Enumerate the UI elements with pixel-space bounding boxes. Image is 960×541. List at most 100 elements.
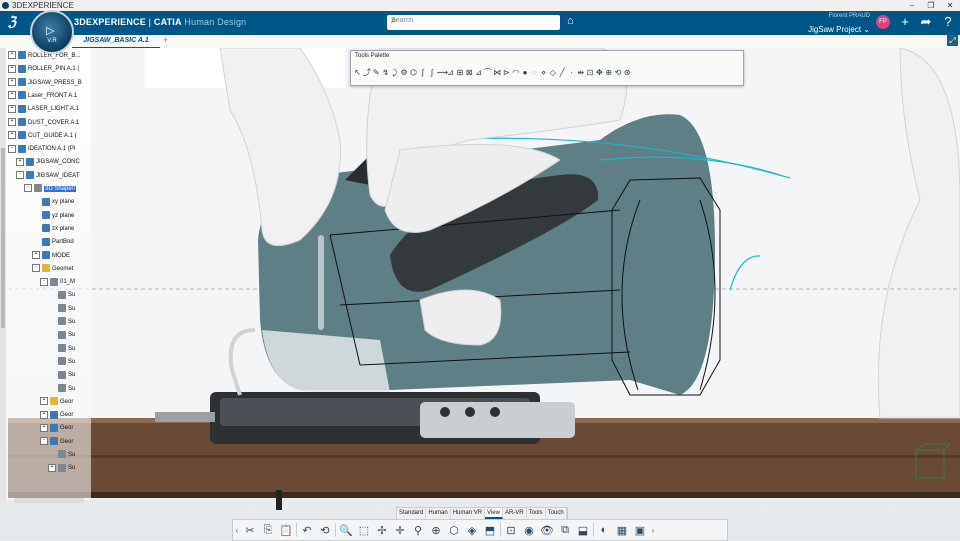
action-icon[interactable]: ◐ — [595, 524, 613, 536]
tree-item[interactable]: - IDEATION A.1 (PI — [8, 143, 76, 155]
tree-item[interactable]: - 3D Shape0 — [24, 183, 77, 195]
add-icon[interactable]: + — [897, 14, 913, 29]
scroll-left-icon[interactable]: ‹ — [233, 526, 241, 535]
action-icon[interactable]: ◉ — [520, 524, 538, 537]
palette-tool-icon[interactable]: ● — [520, 67, 529, 79]
tree-item[interactable]: Su — [48, 289, 75, 301]
expand-toggle-icon[interactable]: + — [48, 463, 56, 472]
palette-tool-icon[interactable]: · — [567, 67, 576, 79]
action-icon[interactable]: 👁 — [538, 524, 556, 537]
expand-toggle-icon[interactable]: + — [8, 78, 16, 87]
user-info[interactable]: Florent PRAUD JigSaw Project ⌄ — [800, 13, 870, 37]
tree-item[interactable]: Su — [48, 356, 75, 368]
3d-viewport[interactable] — [0, 48, 960, 540]
tree-item[interactable]: - Geomet — [32, 263, 73, 275]
expand-toggle-icon[interactable]: - — [40, 277, 48, 286]
action-icon[interactable]: ⧉ — [556, 524, 574, 537]
compass-widget[interactable]: ▷ V.R — [30, 10, 74, 54]
scroll-right-icon[interactable]: › — [649, 526, 657, 535]
palette-tool-icon[interactable]: ⟿ — [437, 67, 448, 79]
action-icon[interactable]: ⎘ — [259, 524, 277, 537]
tree-item[interactable]: Su — [48, 329, 75, 341]
action-icon[interactable]: ⬓ — [574, 524, 592, 537]
palette-tool-icon[interactable]: ⊿ — [446, 67, 455, 79]
expand-toggle-icon[interactable]: + — [40, 410, 48, 419]
palette-tool-icon[interactable]: ◠ — [511, 67, 520, 79]
tree-item[interactable]: + LASER_LIGHT A.1 — [8, 103, 79, 115]
palette-tool-icon[interactable]: ∫ — [427, 67, 436, 79]
action-icon[interactable]: 🔍 — [337, 524, 355, 537]
action-icon[interactable]: ▦ — [613, 524, 631, 537]
palette-tool-icon[interactable]: ⊞ — [455, 67, 464, 79]
restore-button[interactable]: ❐ — [921, 0, 941, 11]
palette-tool-icon[interactable]: ⋄ — [539, 67, 548, 79]
action-icon[interactable]: ✢ — [373, 524, 391, 537]
expand-toggle-icon[interactable]: + — [40, 423, 48, 432]
palette-tool-icon[interactable]: ⊕ — [604, 67, 613, 79]
tree-item[interactable]: Su — [48, 369, 75, 381]
search-box[interactable]: Search ⌕ — [387, 15, 560, 30]
tree-item[interactable]: Su — [48, 383, 75, 395]
expand-toggle-icon[interactable]: + — [8, 91, 16, 100]
palette-tool-icon[interactable]: ✎ — [372, 67, 381, 79]
section-tab[interactable]: View — [485, 508, 503, 519]
action-icon[interactable]: ✛ — [391, 524, 409, 537]
expand-toggle-icon[interactable]: - — [24, 184, 32, 193]
expand-toggle-icon[interactable]: - — [40, 437, 48, 446]
expand-toggle-icon[interactable]: + — [8, 64, 16, 73]
avatar[interactable]: FP — [876, 15, 890, 29]
expand-toggle-icon[interactable]: + — [8, 51, 16, 60]
palette-tool-icon[interactable]: ⤴ — [362, 67, 371, 79]
tree-item[interactable]: + MODE — [32, 250, 70, 262]
palette-tool-icon[interactable]: ↯ — [381, 67, 390, 79]
tree-item[interactable]: + Laser_FRONT A.1 — [8, 90, 77, 102]
expand-toggle-icon[interactable]: - — [8, 144, 16, 153]
section-tab[interactable]: Standard — [397, 508, 427, 519]
palette-tool-icon[interactable]: ʃ — [418, 67, 427, 79]
tree-item[interactable]: - 01_M — [40, 276, 75, 288]
section-tab[interactable]: AR-VR — [503, 508, 527, 519]
expand-toggle-icon[interactable]: + — [8, 131, 16, 140]
chevron-down-icon[interactable]: ⌄ — [861, 25, 870, 34]
tree-item[interactable]: + Su — [48, 462, 75, 474]
search-icon[interactable]: ⌕ — [391, 15, 557, 26]
section-tab[interactable]: Tools — [527, 508, 546, 519]
expand-toggle-icon[interactable]: - — [32, 264, 40, 273]
tree-item[interactable]: Su — [48, 303, 75, 315]
new-tab-button[interactable]: + — [163, 35, 168, 45]
action-icon[interactable]: ⟲ — [316, 524, 334, 537]
palette-tool-icon[interactable]: ⊡ — [585, 67, 594, 79]
palette-tool-icon[interactable]: ↖ — [353, 67, 362, 79]
tree-item[interactable]: + Geor — [40, 409, 73, 421]
action-icon[interactable]: ◈ — [463, 524, 481, 537]
palette-tool-icon[interactable]: ╱ — [558, 67, 567, 79]
palette-tool-icon[interactable]: ⌒ — [483, 67, 492, 79]
tree-item[interactable]: zx plane — [32, 223, 74, 235]
action-icon[interactable]: ⬒ — [481, 524, 499, 537]
section-tab[interactable]: Touch — [546, 508, 567, 519]
palette-tool-icon[interactable]: ⇹ — [576, 67, 585, 79]
palette-tool-icon[interactable]: ✥ — [595, 67, 604, 79]
expand-toggle-icon[interactable]: + — [16, 157, 24, 166]
expand-toggle-icon[interactable]: + — [40, 397, 48, 406]
tree-item[interactable]: + Geor — [40, 422, 73, 434]
palette-tool-icon[interactable]: ⤸ — [390, 67, 399, 79]
tree-item[interactable]: Su — [48, 316, 75, 328]
tree-item[interactable]: - Geor — [40, 436, 73, 448]
palette-tool-icon[interactable]: ⋈ — [492, 67, 501, 79]
expand-toggle-icon[interactable]: + — [32, 250, 40, 259]
tree-item[interactable]: xy plane — [32, 196, 74, 208]
help-icon[interactable]: ? — [940, 14, 956, 29]
palette-tool-icon[interactable]: ⊠ — [465, 67, 474, 79]
expand-toggle-icon[interactable]: - — [16, 171, 24, 180]
palette-tool-icon[interactable]: ⚙ — [399, 67, 408, 79]
palette-tool-icon[interactable]: ⊳ — [502, 67, 511, 79]
tree-item[interactable]: + CUT_GUIDE A.1 ( — [8, 130, 77, 142]
expand-toggle-icon[interactable]: + — [8, 117, 16, 126]
share-icon[interactable]: ➦ — [918, 14, 934, 30]
tree-item[interactable]: + JIGSAW_CONC — [16, 156, 80, 168]
action-icon[interactable]: ▣ — [631, 524, 649, 537]
tree-item[interactable]: - JIGSAW_IDEAT — [16, 170, 79, 182]
fullscreen-icon[interactable]: ⤢ — [947, 35, 958, 46]
minimize-button[interactable]: – — [902, 0, 922, 11]
